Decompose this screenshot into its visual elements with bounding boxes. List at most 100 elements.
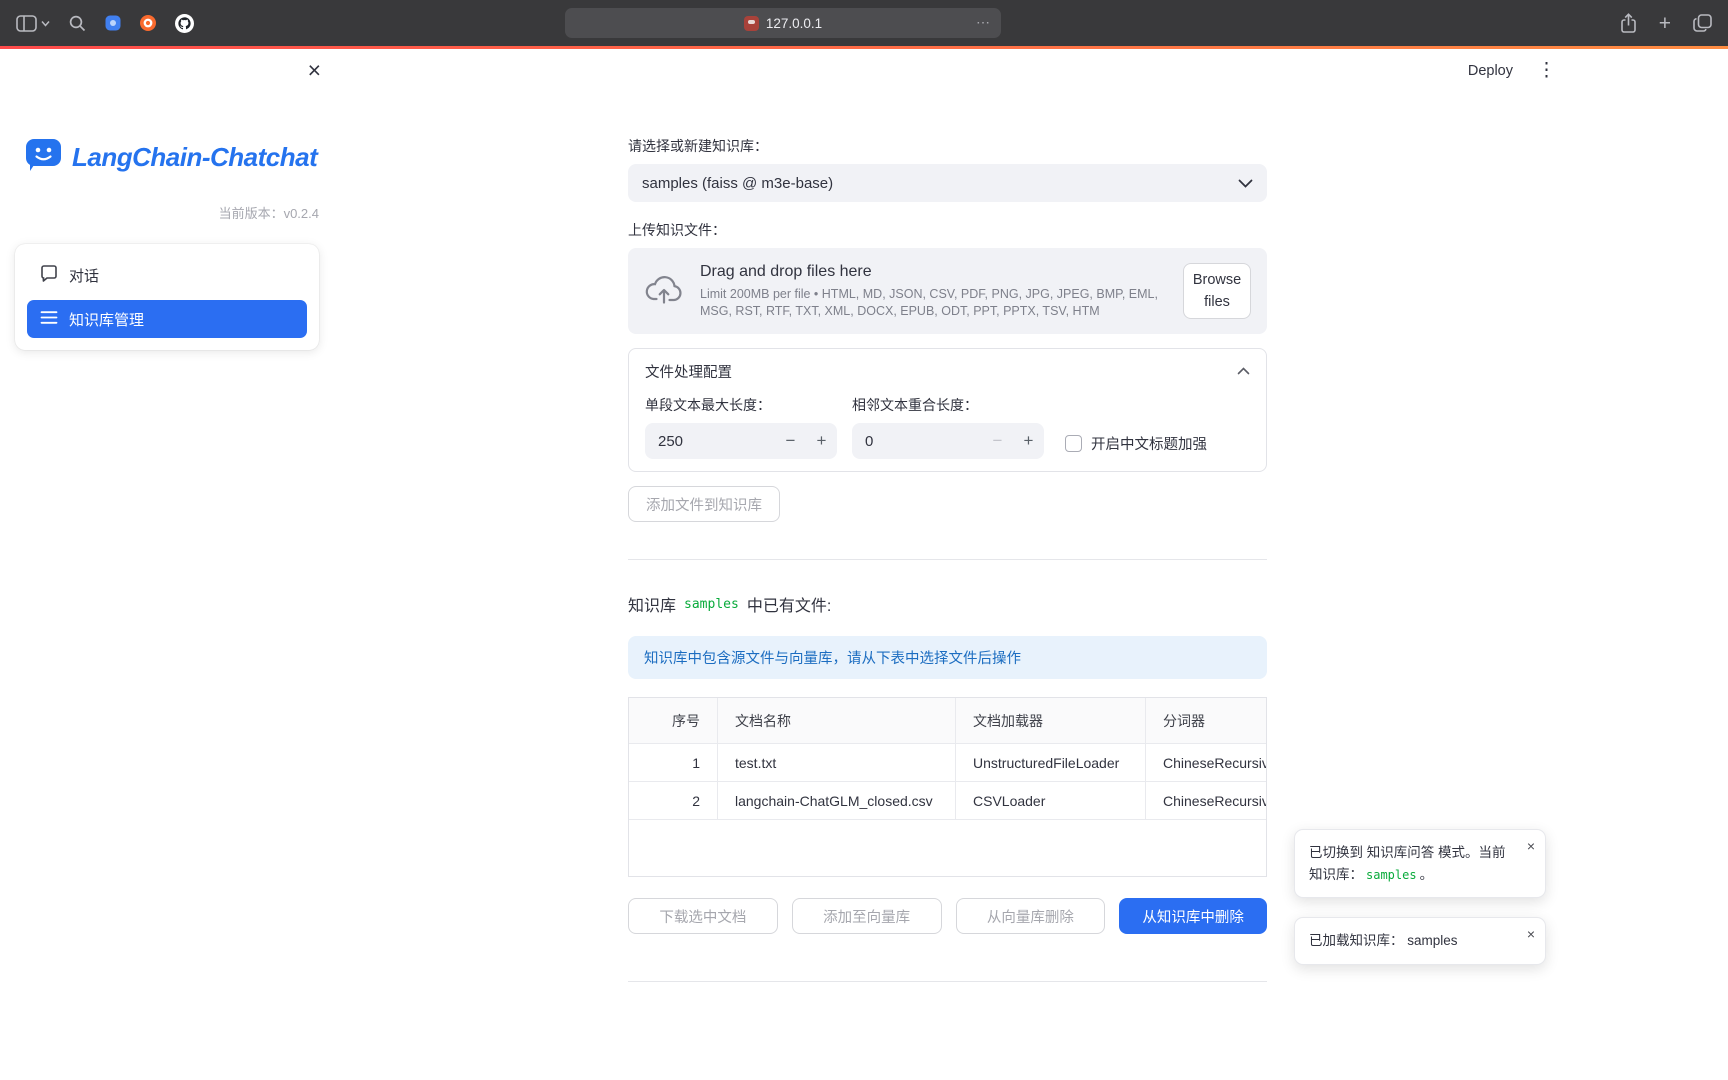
table-header-loader[interactable]: 文档加载器	[955, 698, 1145, 743]
chunk-size-label: 单段文本最大长度：	[645, 395, 837, 415]
tab-overview-icon[interactable]	[1693, 14, 1712, 32]
info-banner: 知识库中包含源文件与向量库，请从下表中选择文件后操作	[628, 636, 1267, 679]
upload-label: 上传知识文件：	[628, 220, 1267, 240]
kb-files-heading: 知识库 samples 中已有文件:	[628, 592, 1267, 616]
pinned-tab-orange-icon[interactable]	[140, 15, 156, 31]
chevron-up-icon	[1237, 363, 1250, 379]
browse-files-button[interactable]: Browse files	[1183, 263, 1251, 319]
zh-title-enhance-label[interactable]: 开启中文标题加强	[1091, 433, 1207, 454]
sidebar-close-icon[interactable]: ×	[308, 59, 321, 82]
expander-body: 单段文本最大长度： 250 − + 相邻文本重合长度： 0 −	[629, 393, 1266, 471]
kb-select-label: 请选择或新建知识库：	[628, 136, 1267, 156]
uploader-title: Drag and drop files here	[700, 263, 1167, 281]
table-header-index[interactable]: 序号	[629, 698, 717, 743]
cell-loader: CSVLoader	[955, 782, 1145, 819]
version-label: 当前版本：v0.2.4	[0, 203, 319, 222]
sidebar-item-dialogue[interactable]: 对话	[27, 256, 307, 294]
cell-splitter: ChineseRecursiveT	[1145, 782, 1266, 819]
chunk-size-minus-button[interactable]: −	[775, 423, 806, 459]
chunk-size-plus-button[interactable]: +	[806, 423, 837, 459]
table-row[interactable]: 1 test.txt UnstructuredFileLoader Chines…	[629, 743, 1266, 781]
streamlit-header: Deploy ⋮	[1468, 61, 1556, 80]
toast-text: 已加载知识库： samples	[1309, 933, 1458, 948]
delete-from-vectorstore-button[interactable]: 从向量库删除	[956, 898, 1106, 934]
kb-name-code: samples	[684, 597, 739, 612]
main-content: 请选择或新建知识库： samples (faiss @ m3e-base) 上传…	[628, 49, 1267, 982]
divider	[628, 981, 1267, 982]
cell-docname: langchain-ChatGLM_closed.csv	[717, 782, 955, 819]
sidebar-item-label: 知识库管理	[69, 309, 144, 330]
table-row[interactable]: 2 langchain-ChatGLM_closed.csv CSVLoader…	[629, 781, 1266, 819]
deploy-button[interactable]: Deploy	[1468, 63, 1513, 79]
cell-index: 2	[629, 782, 717, 819]
url-text: 127.0.0.1	[766, 16, 822, 31]
toast-kb-code: samples	[1366, 868, 1417, 882]
toast-suffix: 。	[1420, 867, 1434, 882]
table-header-docname[interactable]: 文档名称	[717, 698, 955, 743]
overlap-minus-button[interactable]: −	[982, 423, 1013, 459]
file-dropzone[interactable]: Drag and drop files here Limit 200MB per…	[628, 248, 1267, 334]
sidebar-item-knowledge-base[interactable]: 知识库管理	[27, 300, 307, 338]
toast-stack: 已切换到 知识库问答 模式。当前知识库：samples。 × 已加载知识库： s…	[1294, 829, 1546, 965]
overlap-label: 相邻文本重合长度：	[852, 395, 1044, 415]
address-more-icon[interactable]: ⋯	[976, 14, 991, 31]
add-to-vectorstore-button[interactable]: 添加至向量库	[792, 898, 942, 934]
overlap-field: 相邻文本重合长度： 0 − +	[852, 393, 1044, 459]
cell-loader: UnstructuredFileLoader	[955, 744, 1145, 781]
toast-close-icon[interactable]: ×	[1527, 927, 1535, 941]
zh-title-enhance-checkbox[interactable]	[1065, 435, 1082, 452]
uploader-text: Drag and drop files here Limit 200MB per…	[700, 263, 1167, 319]
expander-title: 文件处理配置	[645, 361, 732, 382]
download-selected-button[interactable]: 下载选中文档	[628, 898, 778, 934]
sidebar-toggle-icon[interactable]	[16, 15, 50, 32]
sidebar-menu: 对话 知识库管理	[15, 244, 319, 350]
table-empty-area	[629, 819, 1266, 876]
browser-toolbar: 127.0.0.1 ⋯ +	[0, 0, 1728, 46]
cell-docname: test.txt	[717, 744, 955, 781]
toast-close-icon[interactable]: ×	[1527, 839, 1535, 853]
chunk-size-input: 250 − +	[645, 423, 837, 459]
zh-title-enhance-field: 开启中文标题加强	[1065, 427, 1207, 459]
overlap-plus-button[interactable]: +	[1013, 423, 1044, 459]
overlap-input: 0 − +	[852, 423, 1044, 459]
files-table: 序号 文档名称 文档加载器 分词器 1 test.txt Unstructure…	[628, 697, 1267, 877]
table-header-splitter[interactable]: 分词器	[1145, 698, 1266, 743]
github-icon[interactable]	[175, 14, 194, 33]
heading-suffix: 中已有文件:	[747, 592, 831, 616]
file-config-expander: 文件处理配置 单段文本最大长度： 250 − +	[628, 348, 1267, 472]
streamlit-accent-line	[0, 46, 1728, 49]
cloud-upload-icon	[644, 273, 684, 310]
new-tab-icon[interactable]: +	[1659, 13, 1671, 34]
chevron-down-icon	[1238, 175, 1253, 192]
share-icon[interactable]	[1620, 13, 1637, 34]
expander-header[interactable]: 文件处理配置	[629, 349, 1266, 393]
overlap-value[interactable]: 0	[852, 433, 982, 450]
site-favicon	[744, 16, 759, 31]
add-files-button[interactable]: 添加文件到知识库	[628, 486, 780, 522]
table-header-row: 序号 文档名称 文档加载器 分词器	[629, 698, 1266, 743]
knowledge-base-icon	[40, 310, 58, 329]
cell-splitter: ChineseRecursiveT	[1145, 744, 1266, 781]
pinned-tab-blue-icon[interactable]	[105, 15, 121, 31]
heading-prefix: 知识库	[628, 592, 676, 616]
cell-index: 1	[629, 744, 717, 781]
chunk-size-value[interactable]: 250	[645, 433, 775, 450]
main-menu-kebab-icon[interactable]: ⋮	[1537, 61, 1556, 80]
uploader-limit-text: Limit 200MB per file • HTML, MD, JSON, C…	[700, 286, 1167, 319]
logo-text: LangChain-Chatchat	[72, 142, 317, 173]
chunk-size-field: 单段文本最大长度： 250 − +	[645, 393, 837, 459]
logo-chat-icon	[25, 138, 62, 177]
chat-bubble-icon	[40, 265, 58, 286]
sidebar-item-label: 对话	[69, 265, 99, 286]
delete-from-kb-button[interactable]: 从知识库中删除	[1119, 898, 1267, 934]
info-text: 知识库中包含源文件与向量库，请从下表中选择文件后操作	[644, 647, 1021, 668]
app-logo: LangChain-Chatchat	[25, 138, 333, 177]
address-bar[interactable]: 127.0.0.1 ⋯	[565, 8, 1001, 38]
toast-kb-loaded: 已加载知识库： samples ×	[1294, 917, 1546, 965]
search-icon[interactable]	[69, 15, 86, 32]
table-actions: 下载选中文档 添加至向量库 从向量库删除 从知识库中删除	[628, 898, 1267, 934]
sidebar: × LangChain-Chatchat 当前版本：v0.2.4 对话 知识库管…	[0, 49, 333, 1080]
divider	[628, 559, 1267, 560]
toast-mode-switched: 已切换到 知识库问答 模式。当前知识库：samples。 ×	[1294, 829, 1546, 898]
kb-selectbox[interactable]: samples (faiss @ m3e-base)	[628, 164, 1267, 202]
